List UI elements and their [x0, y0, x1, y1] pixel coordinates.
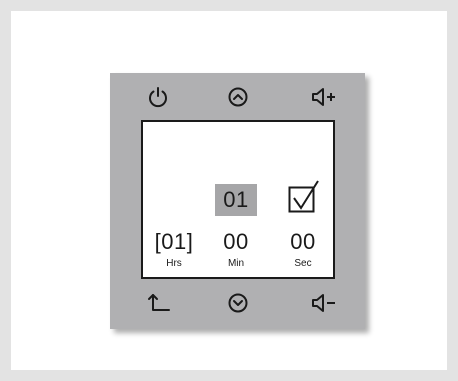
volume-up-icon [312, 88, 335, 106]
power-icon [149, 87, 167, 108]
hours-label: Hrs [166, 258, 182, 269]
back-icon [148, 294, 170, 311]
down-button[interactable] [218, 286, 258, 320]
up-button[interactable] [218, 80, 258, 114]
seconds-label: Sec [294, 258, 312, 269]
back-button[interactable] [138, 286, 178, 320]
power-button[interactable] [138, 80, 178, 114]
volume-down-icon [312, 294, 335, 312]
selected-value[interactable]: 01 [215, 187, 257, 213]
confirm-checkbox[interactable] [288, 180, 320, 214]
image-frame: 01 [01] 00 00 Hrs Min Sec [0, 0, 458, 381]
volume-down-button[interactable] [304, 286, 344, 320]
chevron-down-icon [228, 293, 248, 313]
chevron-up-icon [228, 87, 248, 107]
volume-up-button[interactable] [304, 80, 344, 114]
minutes-value[interactable]: 00 [215, 229, 257, 255]
seconds-value[interactable]: 00 [282, 229, 324, 255]
hours-value[interactable]: [01] [149, 229, 199, 255]
minutes-label: Min [227, 258, 245, 269]
control-panel: 01 [01] 00 00 Hrs Min Sec [110, 73, 365, 329]
display-screen: 01 [01] 00 00 Hrs Min Sec [141, 120, 335, 279]
